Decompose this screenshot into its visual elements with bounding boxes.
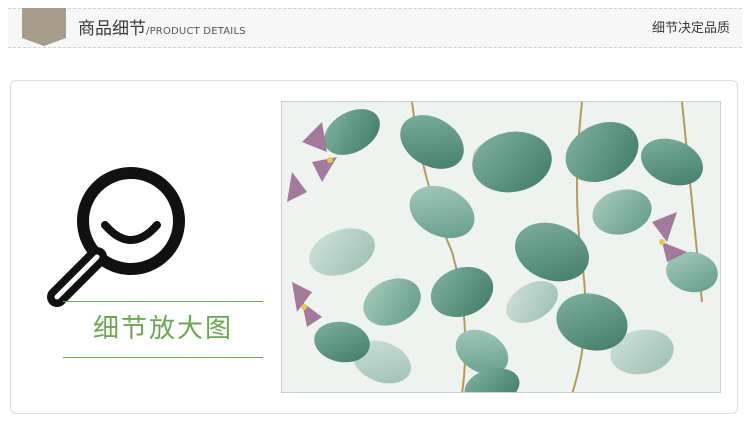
detail-zoom-label: 细节放大图 — [92, 314, 233, 344]
ribbon-tag-icon — [22, 8, 66, 46]
label-divider-top — [63, 301, 263, 302]
section-subtitle: /PRODUCT DETAILS — [146, 26, 246, 37]
eucalyptus-pattern-image — [282, 102, 720, 392]
magnifier-smile-icon — [47, 167, 185, 307]
section-tagline: 细节决定品质 — [651, 21, 730, 36]
product-detail-image — [281, 101, 721, 393]
detail-panel: 细节放大图 — [10, 80, 738, 414]
label-divider-bottom — [63, 357, 263, 358]
section-title-text: 商品细节 — [78, 19, 146, 39]
section-title: 商品细节/PRODUCT DETAILS — [78, 18, 246, 43]
section-header: 商品细节/PRODUCT DETAILS 细节决定品质 — [8, 8, 742, 48]
